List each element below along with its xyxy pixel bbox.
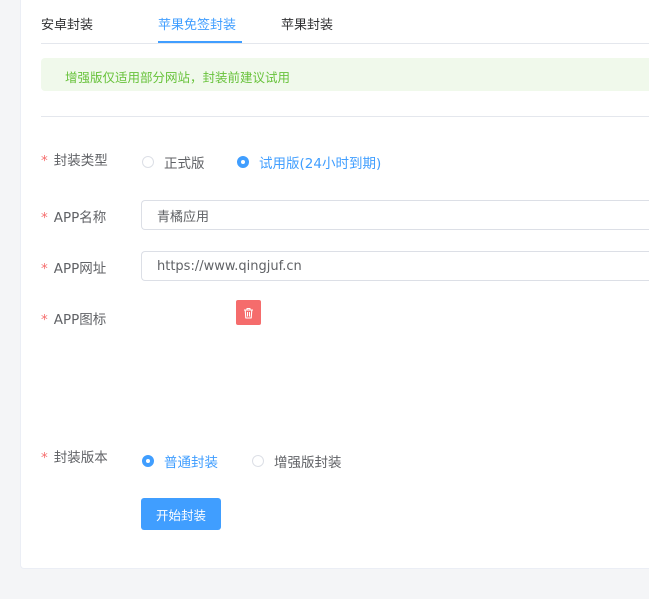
required-mark: * (41, 153, 48, 169)
divider (41, 116, 649, 117)
tab-ios-free-sign-package[interactable]: 苹果免签封装 (158, 14, 236, 33)
start-package-button[interactable]: 开始封装 (141, 498, 221, 530)
radio-normal-package-label: 普通封装 (164, 455, 218, 471)
radio-enhanced-package[interactable]: 增强版封装 (252, 451, 342, 471)
tab-android-package[interactable]: 安卓封装 (41, 14, 93, 33)
tab-ios-package[interactable]: 苹果封装 (281, 14, 333, 33)
app-name-input[interactable] (141, 200, 649, 230)
active-tab-indicator (158, 41, 242, 43)
radio-trial-version[interactable]: 试用版(24小时到期) (237, 152, 381, 172)
radio-circle-checked (142, 455, 154, 467)
radio-circle-checked (237, 156, 249, 168)
app-name-label: * APP名称 (41, 210, 107, 226)
trash-icon (244, 307, 253, 319)
required-mark: * (41, 312, 48, 328)
info-alert: 增强版仅适用部分网站，封装前建议试用 (41, 58, 649, 91)
radio-official-version[interactable]: 正式版 (142, 152, 205, 172)
radio-circle (252, 455, 264, 467)
alert-text: 增强版仅适用部分网站，封装前建议试用 (65, 70, 291, 85)
delete-icon-button[interactable] (236, 300, 261, 325)
package-form-card: 安卓封装 苹果免签封装 苹果封装 增强版仅适用部分网站，封装前建议试用 * 封装类… (20, 0, 649, 569)
radio-official-version-label: 正式版 (164, 156, 205, 172)
radio-trial-version-label: 试用版(24小时到期) (259, 156, 382, 172)
radio-enhanced-package-label: 增强版封装 (274, 455, 342, 471)
radio-normal-package[interactable]: 普通封装 (142, 451, 218, 471)
required-mark: * (41, 210, 48, 226)
tab-bar: 安卓封装 苹果免签封装 苹果封装 (41, 0, 649, 44)
radio-circle (142, 156, 154, 168)
app-icon-label: * APP图标 (41, 312, 107, 328)
required-mark: * (41, 450, 48, 466)
app-url-input[interactable] (141, 251, 649, 281)
package-version-label: * 封装版本 (41, 450, 108, 466)
required-mark: * (41, 261, 48, 277)
package-type-label: * 封装类型 (41, 153, 108, 169)
app-url-label: * APP网址 (41, 261, 107, 277)
